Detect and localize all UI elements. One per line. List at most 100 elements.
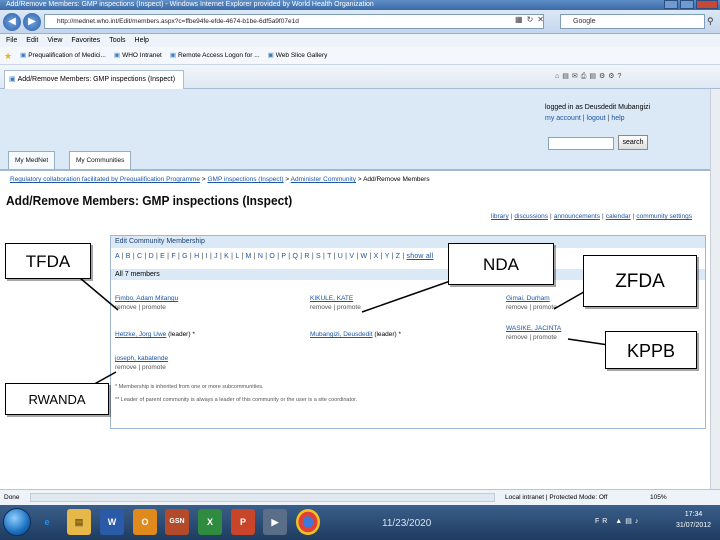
discussions-link[interactable]: discussions bbox=[514, 213, 548, 220]
system-tray: FR ▲▤♪ bbox=[595, 517, 641, 525]
favorites-bar: ★ Prequalification of Medici... WHO Intr… bbox=[0, 47, 720, 65]
favorites-star-icon[interactable]: ★ bbox=[4, 47, 12, 64]
member-name[interactable]: WASIKE, JACINTA bbox=[506, 325, 561, 332]
member-entry: Fimbo, Adam Mitangu remove | promote bbox=[115, 294, 178, 312]
help-menu-icon[interactable]: ? bbox=[618, 73, 625, 80]
tab-my-mednet[interactable]: My MedNet bbox=[8, 151, 56, 169]
help-link[interactable]: help bbox=[611, 115, 624, 122]
member-actions[interactable]: remove | promote bbox=[115, 363, 168, 372]
folder-icon[interactable]: ▤ bbox=[67, 509, 91, 535]
network-icon[interactable]: ▤ bbox=[625, 518, 635, 525]
favorite-who-intranet[interactable]: WHO Intranet bbox=[114, 47, 162, 64]
url-input[interactable]: http://mednet.who.int/Edit/members.aspx?… bbox=[44, 14, 544, 29]
member-name[interactable]: Gimai, Durham bbox=[506, 295, 550, 302]
header-divider bbox=[0, 169, 710, 171]
breadcrumb-current: Add/Remove Members bbox=[363, 176, 430, 183]
site-search-button[interactable]: search bbox=[618, 135, 648, 150]
vertical-scrollbar[interactable] bbox=[710, 89, 720, 489]
inherited-note: * Membership is inherited from one or mo… bbox=[115, 384, 264, 390]
logged-in-label: logged in as Deusdedit Mubangizi bbox=[545, 104, 651, 111]
member-name[interactable]: KIKULE, KATE bbox=[310, 295, 353, 302]
horizontal-scrollbar[interactable] bbox=[30, 493, 495, 502]
member-entry: Gimai, Durham remove | promote bbox=[506, 294, 557, 312]
media-icon[interactable]: ▶ bbox=[263, 509, 287, 535]
command-bar: ⌂▤✉⎙▤⚙⚙? bbox=[555, 72, 624, 81]
member-actions[interactable]: remove | promote bbox=[506, 333, 561, 342]
community-settings-link[interactable]: community settings bbox=[636, 213, 692, 220]
outlook-icon[interactable]: O bbox=[133, 509, 157, 535]
menu-file[interactable]: File bbox=[6, 34, 17, 47]
menu-edit[interactable]: Edit bbox=[26, 34, 38, 47]
zoom-level[interactable]: 105% bbox=[650, 490, 667, 506]
chrome-icon[interactable] bbox=[296, 509, 320, 535]
mail-icon[interactable]: ✉ bbox=[572, 73, 581, 80]
page-title: Add/Remove Members: GMP inspections (Ins… bbox=[6, 193, 293, 208]
powerpoint-icon[interactable]: P bbox=[231, 509, 255, 535]
member-entry: WASIKE, JACINTA remove | promote bbox=[506, 324, 561, 342]
clock-date: 31/07/2012 bbox=[676, 522, 712, 529]
clock[interactable]: 17:34 31/07/2012 bbox=[676, 509, 711, 531]
show-all-link[interactable]: show all bbox=[407, 253, 434, 260]
member-entry: Hetzke, Jorg Uwe (leader) * bbox=[115, 330, 195, 339]
member-actions[interactable]: remove | promote bbox=[310, 303, 361, 312]
announcements-link[interactable]: announcements bbox=[554, 213, 600, 220]
tray-arrow-icon[interactable]: ▲ bbox=[615, 518, 625, 525]
window-title-bar: Add/Remove Members: GMP inspections (Ins… bbox=[0, 0, 720, 10]
feeds-icon[interactable]: ▤ bbox=[562, 73, 572, 80]
refresh-icon[interactable]: ↻ bbox=[527, 15, 538, 24]
status-text: Done bbox=[4, 494, 20, 501]
favorite-remote-access[interactable]: Remote Access Logon for ... bbox=[170, 47, 260, 64]
page-menu-icon[interactable]: ▤ bbox=[589, 73, 599, 80]
community-nav: library | discussions | announcements | calend… bbox=[491, 213, 692, 220]
menu-help[interactable]: Help bbox=[135, 34, 149, 47]
safety-menu-icon[interactable]: ⚙ bbox=[599, 73, 608, 80]
security-zone[interactable]: Local intranet | Protected Mode: Off bbox=[505, 490, 607, 506]
panel-heading: Edit Community Membership bbox=[111, 236, 705, 248]
callout-kppb: KPPB bbox=[605, 331, 697, 369]
logout-link[interactable]: logout bbox=[587, 115, 606, 122]
excel-icon[interactable]: X bbox=[198, 509, 222, 535]
word-icon[interactable]: W bbox=[100, 509, 124, 535]
browser-tab-bar: Add/Remove Members: GMP inspections (Ins… bbox=[0, 65, 720, 89]
breadcrumb-regulatory-collaboration[interactable]: Regulatory collaboration facilitated by … bbox=[10, 176, 200, 183]
my-account-link[interactable]: my account bbox=[545, 115, 581, 122]
breadcrumb: Regulatory collaboration facilitated by … bbox=[10, 176, 430, 183]
minimize-button[interactable] bbox=[664, 0, 678, 9]
member-name[interactable]: Fimbo, Adam Mitangu bbox=[115, 295, 178, 302]
member-actions[interactable]: remove | promote bbox=[506, 303, 557, 312]
close-button[interactable] bbox=[696, 0, 718, 9]
volume-icon[interactable]: ♪ bbox=[635, 518, 642, 525]
library-link[interactable]: library bbox=[491, 213, 509, 220]
tab-my-communities[interactable]: My Communities bbox=[69, 151, 132, 170]
language-indicator[interactable]: FR bbox=[595, 518, 610, 525]
leader-tag: (leader) * bbox=[374, 331, 402, 338]
menu-favorites[interactable]: Favorites bbox=[71, 34, 100, 47]
start-button[interactable] bbox=[3, 508, 31, 536]
breadcrumb-administer-community[interactable]: Administer Community bbox=[291, 176, 356, 183]
browser-tab[interactable]: Add/Remove Members: GMP inspections (Ins… bbox=[4, 70, 184, 89]
window-title: Add/Remove Members: GMP inspections (Ins… bbox=[6, 1, 374, 8]
menu-view[interactable]: View bbox=[47, 34, 62, 47]
internet-explorer-icon[interactable]: e bbox=[35, 509, 59, 535]
stop-icon[interactable]: ✕ bbox=[537, 15, 548, 24]
favorite-web-slice-gallery[interactable]: Web Slice Gallery bbox=[268, 47, 328, 64]
member-name[interactable]: Mubangizi, Deusdedit bbox=[310, 331, 373, 338]
menu-tools[interactable]: Tools bbox=[109, 34, 125, 47]
search-icon[interactable]: ⚲ bbox=[707, 16, 714, 27]
browser-search-input[interactable]: Google bbox=[560, 14, 705, 29]
maximize-button[interactable] bbox=[680, 0, 694, 9]
breadcrumb-gmp-inspections[interactable]: GMP inspections (Inspect) bbox=[207, 176, 283, 183]
site-search-input[interactable] bbox=[548, 137, 614, 150]
calendar-link[interactable]: calendar bbox=[606, 213, 631, 220]
callout-rwanda: RWANDA bbox=[5, 383, 109, 415]
member-name[interactable]: joseph, kabatende bbox=[115, 355, 168, 362]
member-name[interactable]: Hetzke, Jorg Uwe bbox=[115, 331, 166, 338]
favorite-prequalification[interactable]: Prequalification of Medici... bbox=[20, 47, 106, 64]
forward-button[interactable]: ▶ bbox=[23, 13, 41, 31]
app-icon[interactable]: GSN bbox=[165, 509, 189, 535]
address-tools: ▦↻✕ bbox=[515, 15, 548, 24]
tools-menu-icon[interactable]: ⚙ bbox=[608, 73, 617, 80]
member-actions[interactable]: remove | promote bbox=[115, 303, 178, 312]
compatibility-icon[interactable]: ▦ bbox=[515, 15, 527, 24]
back-button[interactable]: ◀ bbox=[3, 13, 21, 31]
